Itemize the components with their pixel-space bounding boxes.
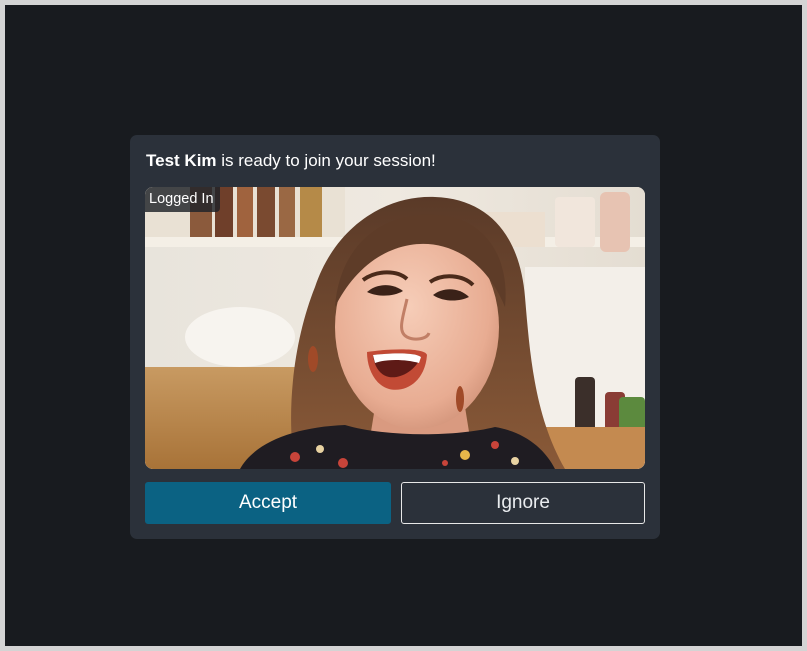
join-request-message: Test Kim is ready to join your session! (146, 151, 436, 171)
accept-button[interactable]: Accept (145, 482, 391, 524)
join-request-dialog: Test Kim is ready to join your session! (130, 135, 660, 539)
ignore-button[interactable]: Ignore (401, 482, 645, 524)
login-status-badge: Logged In (145, 187, 220, 212)
requester-name: Test Kim (146, 151, 217, 170)
participant-video-preview: Logged In (145, 187, 645, 469)
participant-photo (145, 187, 645, 469)
app-background: Test Kim is ready to join your session! (5, 5, 802, 646)
join-request-text: is ready to join your session! (216, 151, 436, 170)
